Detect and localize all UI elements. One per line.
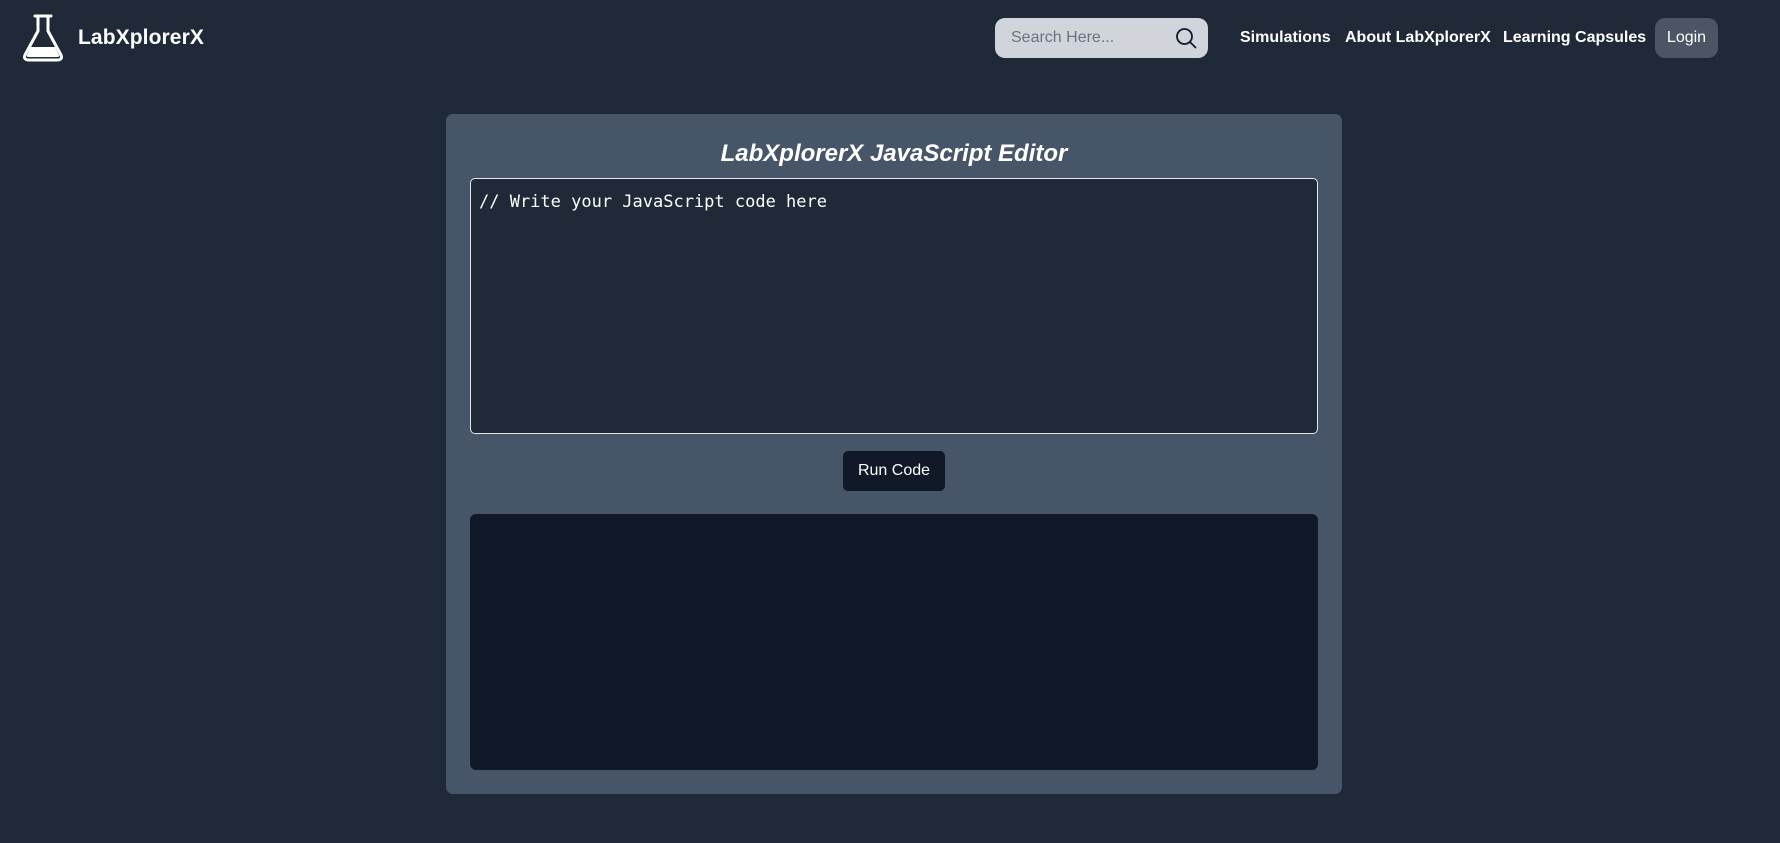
nav-about[interactable]: About LabXplorerX: [1345, 18, 1491, 58]
editor-title: LabXplorerX JavaScript Editor: [720, 140, 1068, 167]
nav-learning-capsules[interactable]: Learning Capsules: [1503, 18, 1646, 58]
search-input[interactable]: [995, 18, 1165, 58]
nav-simulations[interactable]: Simulations: [1240, 18, 1331, 58]
search-icon: [1176, 28, 1197, 49]
search-box: [995, 18, 1208, 58]
brand-name: LabXplorerX: [78, 26, 204, 49]
brand-link[interactable]: LabXplorerX: [22, 14, 204, 62]
flask-icon: [23, 14, 63, 62]
navbar: LabXplorerX Simulations About LabXplorer…: [0, 0, 1780, 78]
editor-card: LabXplorerX JavaScript Editor // Write y…: [446, 114, 1342, 794]
login-button[interactable]: Login: [1655, 18, 1718, 58]
search-button[interactable]: [1174, 26, 1198, 50]
code-editor[interactable]: // Write your JavaScript code here: [470, 178, 1318, 434]
run-code-button[interactable]: Run Code: [843, 451, 945, 491]
output-panel: [470, 514, 1318, 770]
